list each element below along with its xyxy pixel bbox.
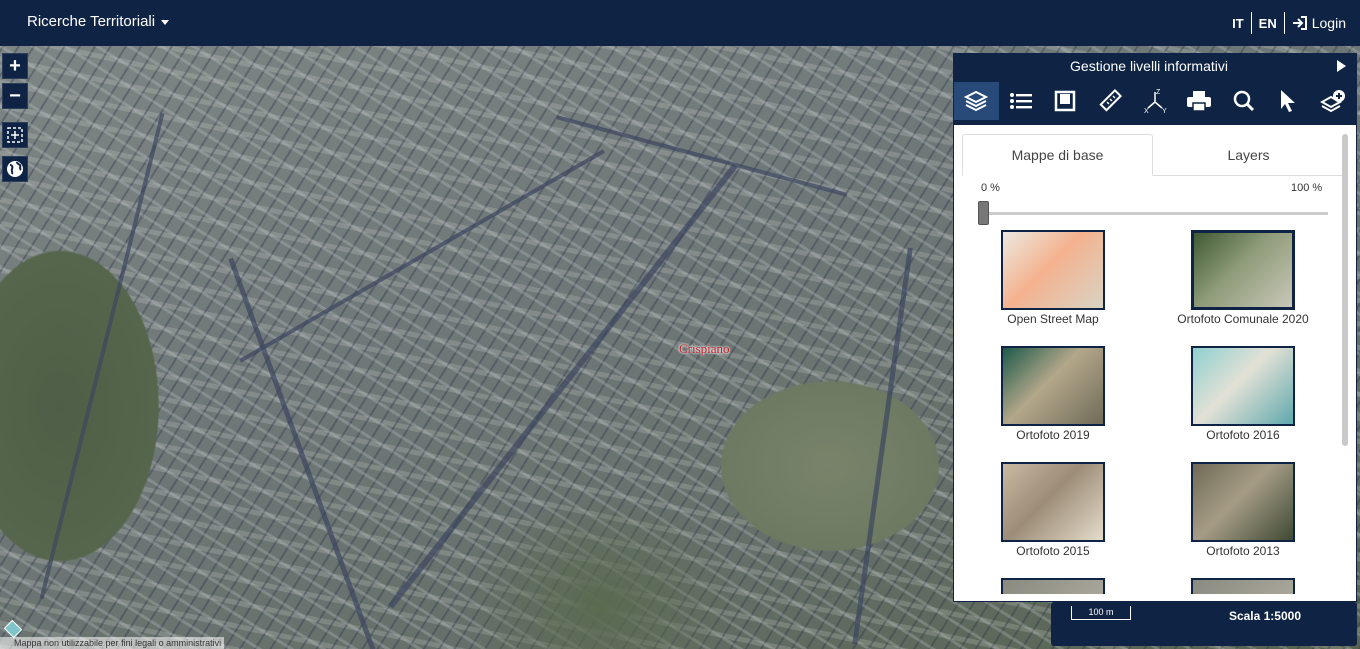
list-icon [1009,93,1032,109]
road [852,247,913,645]
add-layer-tool-button[interactable] [1311,82,1356,120]
basemap-thumbnail [1191,462,1295,542]
opacity-max-label: 100 % [1291,182,1323,194]
panel-title: Gestione livelli informativi [1070,58,1228,74]
basemap-thumbnail [1001,346,1105,426]
road [39,112,165,600]
svg-text:X: X [1144,108,1149,114]
pointer-icon [1281,90,1296,112]
world-extent-button[interactable] [2,156,28,182]
zoom-out-button[interactable]: − [2,83,28,109]
select-tool-button[interactable] [1266,82,1311,120]
layers-icon [964,90,989,112]
lang-it-link[interactable]: IT [1232,16,1244,31]
basemap-option-partial[interactable] [1148,578,1338,594]
basemap-label: Open Street Map [1007,312,1099,326]
opacity-min-label: 0 % [981,182,1000,194]
zoom-in-button[interactable]: + [2,53,28,79]
collapse-arrow-icon[interactable] [1337,60,1346,72]
measure-tool-button[interactable] [1088,82,1133,120]
svg-text:Y: Y [1162,108,1167,114]
basemap-option[interactable]: Ortofoto 2015 [958,462,1148,558]
panel-toolbar: Z X Y [954,82,1356,122]
road [228,257,377,649]
basemap-label: Ortofoto 2016 [1206,428,1280,442]
divider [1283,12,1285,34]
road [239,149,605,363]
zoom-in-icon: + [9,54,21,77]
panel-header: Gestione livelli informativi Z X Y [954,54,1356,125]
frame-tool-button[interactable] [1043,82,1088,120]
panel-tabs: Mappe di base Layers [962,134,1342,176]
panel-scrollbar[interactable] [1342,134,1348,446]
login-button[interactable]: Login [1292,15,1346,31]
map-disclaimer: Mappa non utilizzabile per fini legali o… [0,637,225,649]
basemap-thumbnail [1191,346,1295,426]
login-label: Login [1311,15,1346,31]
tab-mappe-di-base[interactable]: Mappe di base [962,134,1153,176]
basemap-option[interactable]: Ortofoto 2016 [1148,346,1338,442]
basemap-thumbnail [1191,230,1295,310]
layer-manager-panel: Gestione livelli informativi Z X Y Mappe d… [953,53,1357,602]
road [556,115,848,197]
xyz-coordinates-icon: Z X Y [1144,89,1167,114]
divider [1250,12,1252,34]
zoom-box-button[interactable] [2,122,28,148]
basemap-thumbnail [1191,578,1295,594]
opacity-slider-handle[interactable] [978,201,989,225]
frame-icon [1055,90,1076,112]
tab-layers[interactable]: Layers [1153,134,1344,176]
language-login-bar: IT EN Login [1232,12,1346,34]
print-icon [1187,91,1212,112]
opacity-slider-track[interactable] [982,212,1328,215]
basemap-option[interactable]: Ortofoto 2019 [958,346,1148,442]
scale-box: 100 m Scala 1:5000 [1051,602,1357,646]
add-layer-icon [1320,90,1346,113]
caret-down-icon [161,20,170,25]
basemap-label: Ortofoto Comunale 2020 [1177,312,1309,326]
basemap-option[interactable]: Open Street Map [958,230,1148,326]
basemap-thumbnail [1001,578,1105,594]
search-icon [1233,90,1254,112]
basemap-option-partial[interactable] [958,578,1148,594]
basemap-option[interactable]: Ortofoto Comunale 2020 [1148,230,1338,326]
layers-tool-button[interactable] [954,82,999,120]
legend-tool-button[interactable] [999,82,1044,120]
app-title: Ricerche Territoriali [27,13,156,30]
basemap-thumbnail [1001,230,1105,310]
search-tool-button[interactable] [1222,82,1267,120]
basemap-thumbnail [1001,462,1105,542]
app-title-menu[interactable]: Ricerche Territoriali [27,13,170,30]
basemap-label: Ortofoto 2019 [1016,428,1090,442]
lang-en-link[interactable]: EN [1259,16,1277,31]
ruler-icon [1099,89,1123,112]
scale-bar: 100 m [1071,606,1131,620]
login-icon [1292,16,1307,30]
zoom-out-icon: − [9,84,21,107]
coordinates-tool-button[interactable]: Z X Y [1132,82,1177,120]
basemap-option[interactable]: Ortofoto 2013 [1148,462,1338,558]
svg-text:Z: Z [1156,89,1161,96]
zoom-box-icon [7,127,23,143]
top-navbar: Ricerche Territoriali IT EN Login [0,0,1360,46]
print-tool-button[interactable] [1177,82,1222,120]
scale-text: Scala 1:5000 [1228,609,1301,623]
road [388,163,738,609]
basemap-label: Ortofoto 2013 [1206,544,1280,558]
globe-icon [7,161,23,177]
basemap-label: Ortofoto 2015 [1016,544,1090,558]
place-label-crispiano[interactable]: Crispiano [679,341,730,357]
